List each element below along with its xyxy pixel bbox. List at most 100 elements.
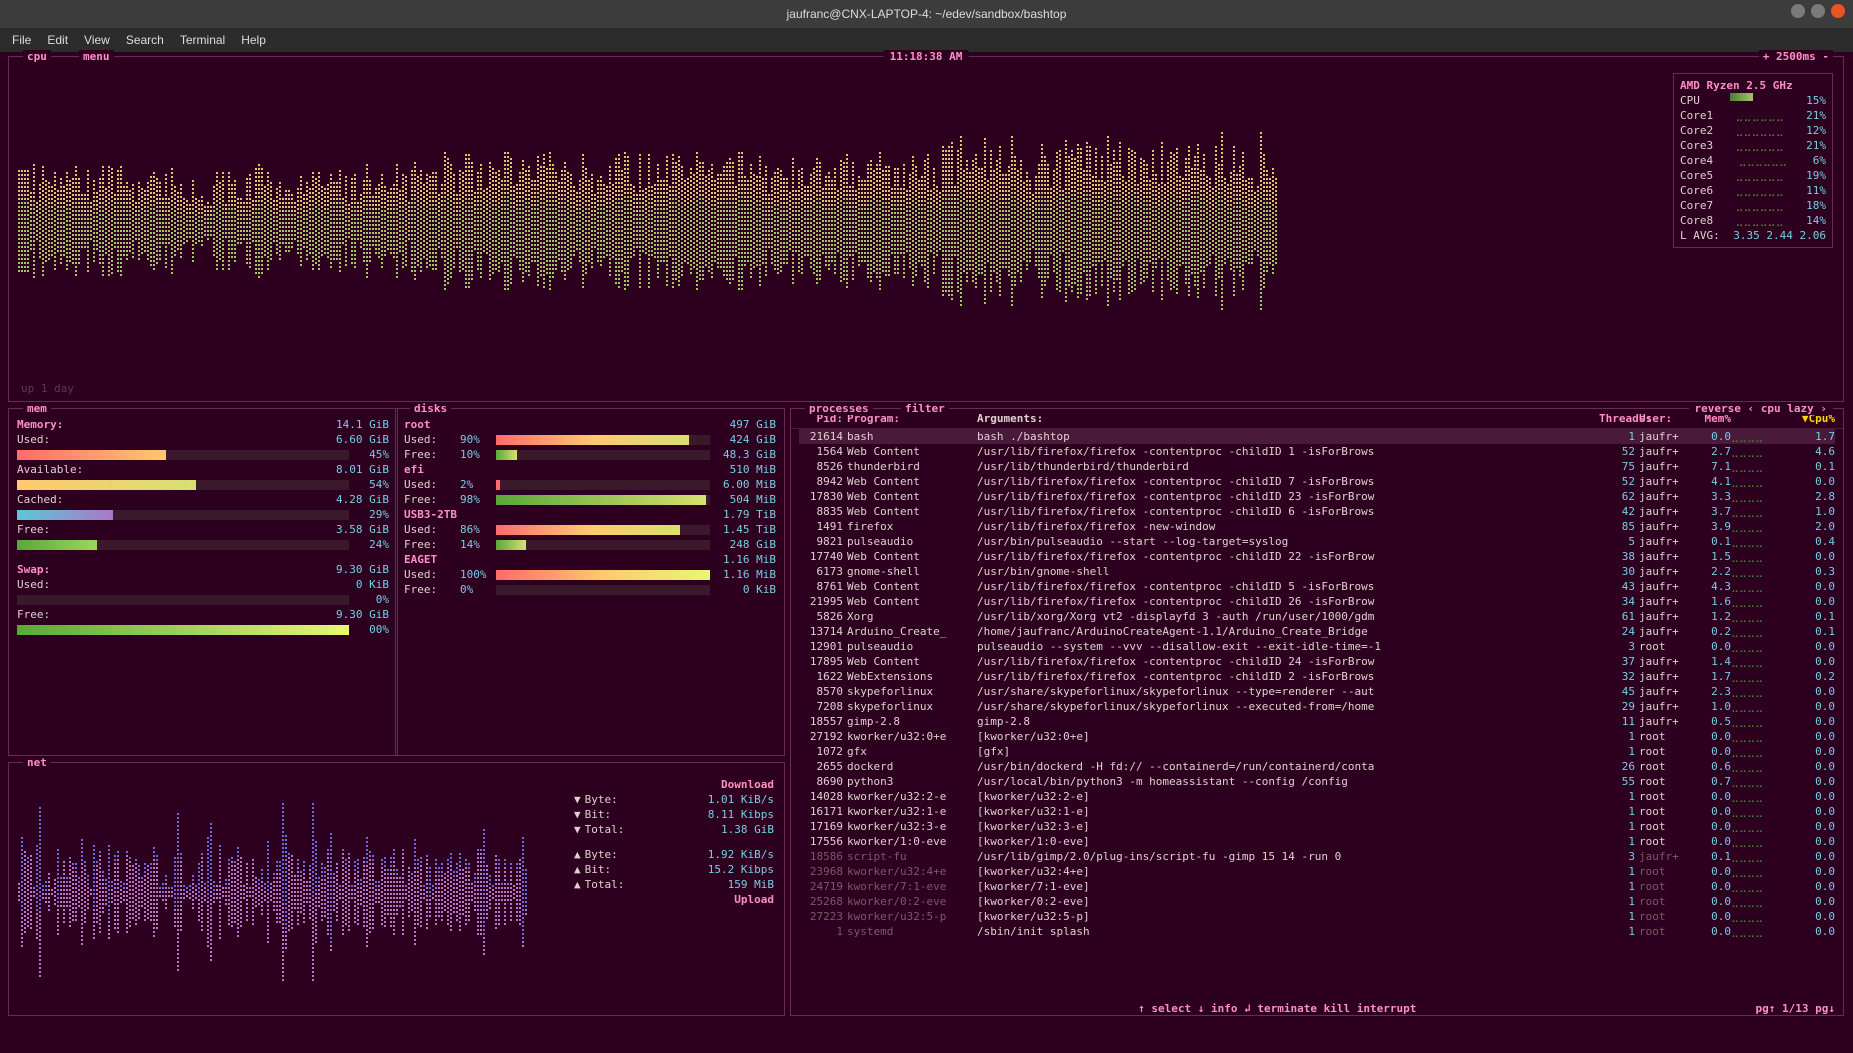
menu-item-file[interactable]: File (6, 33, 37, 47)
proc-pid: 8690 (799, 774, 847, 789)
process-row[interactable]: 6173gnome-shell/usr/bin/gnome-shell30jau… (799, 564, 1835, 579)
proc-spark: ⣀⣀⣀⣀ (1731, 864, 1791, 879)
process-row[interactable]: 17556kworker/1:0-eve[kworker/1:0-eve]1ro… (799, 834, 1835, 849)
menu-item-help[interactable]: Help (235, 33, 272, 47)
disk-free-val: 504 MiB (716, 492, 776, 507)
proc-args: /usr/share/skypeforlinux/skypeforlinux -… (977, 699, 1599, 714)
process-row[interactable]: 17895Web Content/usr/lib/firefox/firefox… (799, 654, 1835, 669)
process-row[interactable]: 1622WebExtensions/usr/lib/firefox/firefo… (799, 669, 1835, 684)
proc-user: jaufr+ (1635, 594, 1689, 609)
update-interval[interactable]: + 2500ms - (1759, 50, 1833, 63)
menu-item-view[interactable]: View (78, 33, 116, 47)
filter-label[interactable]: filter (901, 402, 949, 415)
maximize-icon[interactable] (1811, 4, 1825, 18)
core-name: Core6 (1680, 183, 1713, 198)
proc-user: jaufr+ (1635, 579, 1689, 594)
footer-center[interactable]: ↑ select ↓ info ↲ terminate kill interru… (799, 1002, 1756, 1015)
proc-pid: 24719 (799, 879, 847, 894)
process-row[interactable]: 9821pulseaudio/usr/bin/pulseaudio --star… (799, 534, 1835, 549)
col-arguments[interactable]: Arguments: (977, 411, 1599, 426)
process-row[interactable]: 21614bashbash ./bashtop1jaufr+0.0⣀⣀⣀⣀1.7 (799, 429, 1835, 444)
process-row[interactable]: 8690python3/usr/local/bin/python3 -m hom… (799, 774, 1835, 789)
proc-cpu: 0.0 (1791, 579, 1835, 594)
disk-free-pct: 0% (460, 582, 490, 597)
process-row[interactable]: 1072gfx[gfx]1root0.0⣀⣀⣀⣀0.0 (799, 744, 1835, 759)
proc-spark: ⣀⣀⣀⣀ (1731, 489, 1791, 504)
proc-cpu: 4.6 (1791, 444, 1835, 459)
proc-args: /usr/lib/firefox/firefox -contentproc -c… (977, 579, 1599, 594)
process-row[interactable]: 13714Arduino_Create_/home/jaufranc/Ardui… (799, 624, 1835, 639)
minimize-icon[interactable] (1791, 4, 1805, 18)
menu-item-search[interactable]: Search (120, 33, 170, 47)
proc-mem: 2.3 (1689, 684, 1731, 699)
process-row[interactable]: 14028kworker/u32:2-e[kworker/u32:2-e]1ro… (799, 789, 1835, 804)
menu-label[interactable]: menu (79, 50, 114, 63)
proc-args: [kworker/u32:3-e] (977, 819, 1599, 834)
process-row[interactable]: 2655dockerd/usr/bin/dockerd -H fd:// --c… (799, 759, 1835, 774)
process-row[interactable]: 1564Web Content/usr/lib/firefox/firefox … (799, 444, 1835, 459)
process-row[interactable]: 7208skypeforlinux/usr/share/skypeforlinu… (799, 699, 1835, 714)
proc-mem: 3.9 (1689, 519, 1731, 534)
process-row[interactable]: 8570skypeforlinux/usr/share/skypeforlinu… (799, 684, 1835, 699)
process-row[interactable]: 8761Web Content/usr/lib/firefox/firefox … (799, 579, 1835, 594)
process-row[interactable]: 25268kworker/0:2-eve[kworker/0:2-eve]1ro… (799, 894, 1835, 909)
process-row[interactable]: 23968kworker/u32:4+e[kworker/u32:4+e]1ro… (799, 864, 1835, 879)
process-row[interactable]: 18557gimp-2.8gimp-2.811jaufr+0.5⣀⣀⣀⣀0.0 (799, 714, 1835, 729)
proc-pid: 21614 (799, 429, 847, 444)
proc-program: Web Content (847, 474, 977, 489)
proc-cpu: 0.0 (1791, 474, 1835, 489)
swap-bar (17, 595, 349, 605)
col-user[interactable]: User: (1635, 411, 1689, 426)
proc-mem: 1.2 (1689, 609, 1731, 624)
process-row[interactable]: 8526thunderbird/usr/lib/thunderbird/thun… (799, 459, 1835, 474)
proc-mem: 0.2 (1689, 624, 1731, 639)
proc-args: /usr/bin/pulseaudio --start --log-target… (977, 534, 1599, 549)
process-row[interactable]: 17740Web Content/usr/lib/firefox/firefox… (799, 549, 1835, 564)
proc-spark: ⣀⣀⣀⣀ (1731, 609, 1791, 624)
proc-threads: 29 (1599, 699, 1635, 714)
process-row[interactable]: 27223kworker/u32:5-p[kworker/u32:5-p]1ro… (799, 909, 1835, 924)
core-pct: 19% (1806, 168, 1826, 183)
proc-user: jaufr+ (1635, 549, 1689, 564)
proc-user: root (1635, 924, 1689, 939)
proc-pid: 1564 (799, 444, 847, 459)
process-row[interactable]: 21995Web Content/usr/lib/firefox/firefox… (799, 594, 1835, 609)
process-row[interactable]: 24719kworker/7:1-eve[kworker/7:1-eve]1ro… (799, 879, 1835, 894)
proc-pid: 18586 (799, 849, 847, 864)
process-row[interactable]: 18586script-fu/usr/lib/gimp/2.0/plug-ins… (799, 849, 1835, 864)
mem-label: mem (23, 402, 51, 415)
col-threads[interactable]: Threads: (1599, 411, 1635, 426)
core-pct: 21% (1806, 138, 1826, 153)
core-dots: ⣀⣀⣀⣀⣀⣀ (1735, 213, 1783, 228)
proc-pid: 17740 (799, 549, 847, 564)
disk-free-val: 0 KiB (716, 582, 776, 597)
proc-user: jaufr+ (1635, 519, 1689, 534)
process-row[interactable]: 5826Xorg/usr/lib/xorg/Xorg vt2 -displayf… (799, 609, 1835, 624)
proc-user: jaufr+ (1635, 429, 1689, 444)
process-row[interactable]: 1491firefox/usr/lib/firefox/firefox -new… (799, 519, 1835, 534)
disk-free-label: Free: (404, 582, 454, 597)
process-row[interactable]: 12901pulseaudiopulseaudio --system --vvv… (799, 639, 1835, 654)
proc-user: jaufr+ (1635, 684, 1689, 699)
process-row[interactable]: 16171kworker/u32:1-e[kworker/u32:1-e]1ro… (799, 804, 1835, 819)
footer-right[interactable]: pg↑ 1/13 pg↓ (1756, 1002, 1835, 1015)
close-icon[interactable] (1831, 4, 1845, 18)
sort-mode[interactable]: reverse ‹ cpu lazy › (1689, 402, 1833, 415)
disk-used-pct: 100% (460, 567, 490, 582)
process-row[interactable]: 8942Web Content/usr/lib/firefox/firefox … (799, 474, 1835, 489)
proc-threads: 55 (1599, 774, 1635, 789)
process-row[interactable]: 1systemd/sbin/init splash1root0.0⣀⣀⣀⣀0.0 (799, 924, 1835, 939)
process-row[interactable]: 8835Web Content/usr/lib/firefox/firefox … (799, 504, 1835, 519)
proc-args: /usr/bin/dockerd -H fd:// --containerd=/… (977, 759, 1599, 774)
proc-args: [kworker/1:0-eve] (977, 834, 1599, 849)
proc-threads: 1 (1599, 804, 1635, 819)
process-row[interactable]: 17169kworker/u32:3-e[kworker/u32:3-e]1ro… (799, 819, 1835, 834)
proc-program: WebExtensions (847, 669, 977, 684)
menu-item-terminal[interactable]: Terminal (174, 33, 231, 47)
proc-user: jaufr+ (1635, 474, 1689, 489)
process-row[interactable]: 17830Web Content/usr/lib/firefox/firefox… (799, 489, 1835, 504)
proc-args: /usr/bin/gnome-shell (977, 564, 1599, 579)
menu-item-edit[interactable]: Edit (41, 33, 74, 47)
proc-mem: 0.0 (1689, 894, 1731, 909)
process-row[interactable]: 27192kworker/u32:0+e[kworker/u32:0+e]1ro… (799, 729, 1835, 744)
